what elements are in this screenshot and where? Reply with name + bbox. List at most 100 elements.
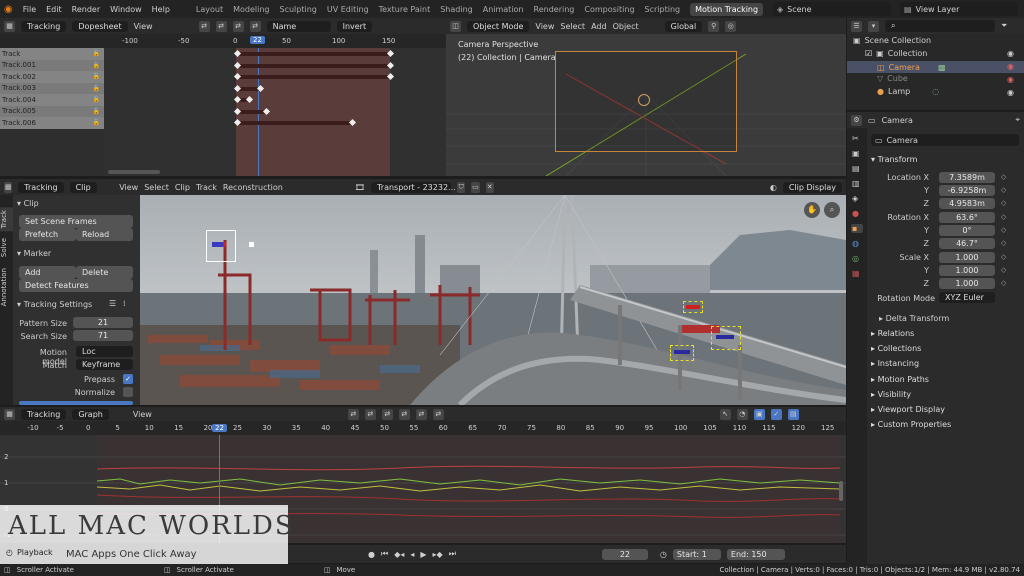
physics-tab-icon[interactable]: ◎ (852, 254, 862, 263)
tab-scripting[interactable]: Scripting (645, 5, 681, 14)
outliner-item-lamp[interactable]: ● Lamp ◌ (877, 87, 939, 96)
keyframe-dot-icon[interactable]: ◇ (1001, 226, 1006, 234)
lock-icon[interactable]: 🔓 (93, 50, 100, 57)
current-frame-indicator[interactable]: 22 (250, 36, 265, 44)
filter-funnel-icon[interactable]: ⏷ (1001, 21, 1007, 31)
keyframe-dot-icon[interactable]: ◇ (1001, 199, 1006, 207)
tab-compositing[interactable]: Compositing (584, 5, 634, 14)
render-tab-icon[interactable]: ▣ (852, 149, 862, 158)
transform-panel-title[interactable]: ▾ Transform (871, 155, 917, 164)
properties-subpanel[interactable]: ▸ Visibility (871, 390, 1019, 399)
filter-icon-2[interactable]: ⇄ (215, 20, 227, 32)
tab-modeling[interactable]: Modeling (233, 5, 269, 14)
track-channel[interactable]: Track.002 🔓 (0, 71, 104, 83)
prev-keyframe-icon[interactable]: ◆◂ (394, 550, 404, 559)
clip-select-menu[interactable]: Select (144, 183, 169, 192)
3d-viewport[interactable]: Camera Perspective (22) Collection | Cam… (446, 34, 846, 176)
view-layer-selector[interactable]: ▤ View Layer (900, 2, 1018, 16)
viewport-view-menu[interactable]: View (535, 22, 554, 31)
outliner-search-icon[interactable]: ⌕ (885, 20, 995, 32)
dopesheet-scrollbar[interactable] (108, 170, 160, 174)
tab-shading[interactable]: Shading (440, 5, 473, 14)
eye-icon[interactable]: ◉ (1007, 75, 1014, 84)
graph-filter-icon-3[interactable]: ⇄ (381, 408, 393, 420)
match-dropdown[interactable]: Keyframe (76, 359, 133, 370)
eye-icon[interactable]: ◉ (1007, 62, 1014, 71)
world-tab-icon[interactable]: ● (852, 209, 862, 218)
marker-panel-title[interactable]: ▾ Marker (17, 249, 51, 258)
play-icon[interactable]: ▶ (420, 550, 426, 559)
tracking-settings-title[interactable]: ▾ Tracking Settings (17, 300, 92, 309)
clip-view-dropdown[interactable]: Clip (69, 181, 97, 193)
tracking-mode-dropdown[interactable]: Tracking (21, 20, 67, 32)
properties-subpanel[interactable]: ▸ Custom Properties (871, 420, 1019, 429)
editor-type-icon[interactable]: ▦ (4, 20, 15, 32)
tab-solve[interactable]: Solve (0, 235, 13, 260)
invert-button[interactable]: Invert (336, 20, 373, 32)
menu-help[interactable]: Help (152, 5, 170, 14)
tab-motion-tracking[interactable]: Motion Tracking (690, 2, 764, 16)
viewport-select-menu[interactable]: Select (560, 22, 585, 31)
open-folder-icon[interactable]: ▭ (471, 181, 480, 193)
unlink-icon[interactable]: ✕ (485, 181, 494, 193)
graph-view-menu[interactable]: View (133, 410, 152, 419)
clip-view-menu[interactable]: View (119, 183, 138, 192)
outliner-editor-icon[interactable]: ☰ (851, 20, 862, 32)
track-channel[interactable]: Track 🔓 (0, 48, 104, 60)
tab-annotation[interactable]: Annotation (0, 265, 13, 309)
menu-edit[interactable]: Edit (46, 5, 62, 14)
ghost-icon[interactable]: ◔ (736, 408, 748, 420)
keyframe-dot-icon[interactable]: ◇ (1001, 186, 1006, 194)
outliner-collection[interactable]: ☑ ▣ Collection (865, 49, 1015, 58)
keyframe-bar[interactable] (237, 109, 266, 114)
menu-window[interactable]: Window (110, 5, 142, 14)
rotation-mode-dropdown[interactable]: XYZ Euler (939, 292, 995, 303)
keyframe-dot-icon[interactable]: ◇ (1001, 239, 1006, 247)
hand-pan-icon[interactable]: ✋ (804, 202, 820, 218)
clip-display-dropdown[interactable]: Clip Display (782, 181, 842, 193)
blender-logo-icon[interactable]: ◉ (4, 4, 13, 15)
marker-handle-icon[interactable] (249, 242, 254, 247)
checkbox-icon[interactable]: ☑ (865, 49, 872, 58)
record-icon[interactable]: ● (368, 550, 375, 559)
normalize-checkbox[interactable] (123, 387, 133, 397)
delta-transform-panel[interactable]: ▸ Delta Transform (879, 314, 949, 323)
keyframe-diamond-icon[interactable] (386, 61, 395, 69)
search-size-field[interactable]: 71 (73, 330, 133, 341)
graph-tracking-dropdown[interactable]: Tracking (21, 408, 67, 420)
set-scene-frames-button[interactable]: Set Scene Frames (19, 215, 133, 228)
tab-sculpting[interactable]: Sculpting (280, 5, 317, 14)
graph-filter-icon-6[interactable]: ⇄ (432, 408, 444, 420)
graph-filter-icon-5[interactable]: ⇄ (415, 408, 427, 420)
properties-editor-icon[interactable]: ⚙ (851, 114, 862, 126)
play-reverse-icon[interactable]: ◂ (410, 550, 414, 559)
graph-scrollbar[interactable] (839, 481, 843, 501)
data-tab-icon[interactable]: ▦ (852, 269, 862, 278)
prepass-checkbox[interactable]: ✓ (123, 374, 133, 384)
drag-handle-icon[interactable]: ⁞ (123, 299, 126, 308)
lock-icon[interactable]: 🔓 (93, 73, 100, 80)
snap-icon[interactable]: ⚲ (708, 20, 720, 32)
detect-features-button[interactable]: Detect Features (19, 279, 133, 292)
clip-tracking-dropdown[interactable]: Tracking (18, 181, 64, 193)
keyframe-bar[interactable] (237, 63, 390, 68)
prefetch-button[interactable]: Prefetch (19, 228, 76, 241)
reload-button[interactable]: Reload (76, 228, 133, 241)
scene-selector[interactable]: ◈ Scene (773, 2, 891, 16)
viewport-object-menu[interactable]: Object (613, 22, 639, 31)
object-mode-dropdown[interactable]: Object Mode (467, 20, 530, 32)
keyframe-dot-icon[interactable]: ◇ (1001, 213, 1006, 221)
lock-icon[interactable]: 🔓 (93, 108, 100, 115)
eye-icon[interactable]: ◉ (1007, 49, 1014, 58)
keyframe-bar[interactable] (237, 52, 390, 56)
stopwatch-icon[interactable]: ◷ (660, 550, 667, 559)
properties-subpanel[interactable]: ▸ Instancing (871, 359, 1019, 368)
clip-name-field[interactable]: Transport - 23232... (371, 181, 456, 193)
clip-reconstruction-menu[interactable]: Reconstruction (223, 183, 283, 192)
properties-subpanel[interactable]: ▸ Motion Paths (871, 375, 1019, 384)
graph-editor-icon[interactable]: ▦ (4, 408, 15, 420)
outliner-scene-collection[interactable]: ▣ Scene Collection (853, 36, 931, 45)
filter-icon[interactable]: ⇄ (198, 20, 210, 32)
output-tab-icon[interactable]: ▤ (852, 164, 862, 173)
fake-user-icon[interactable]: ⛉ (457, 181, 466, 193)
